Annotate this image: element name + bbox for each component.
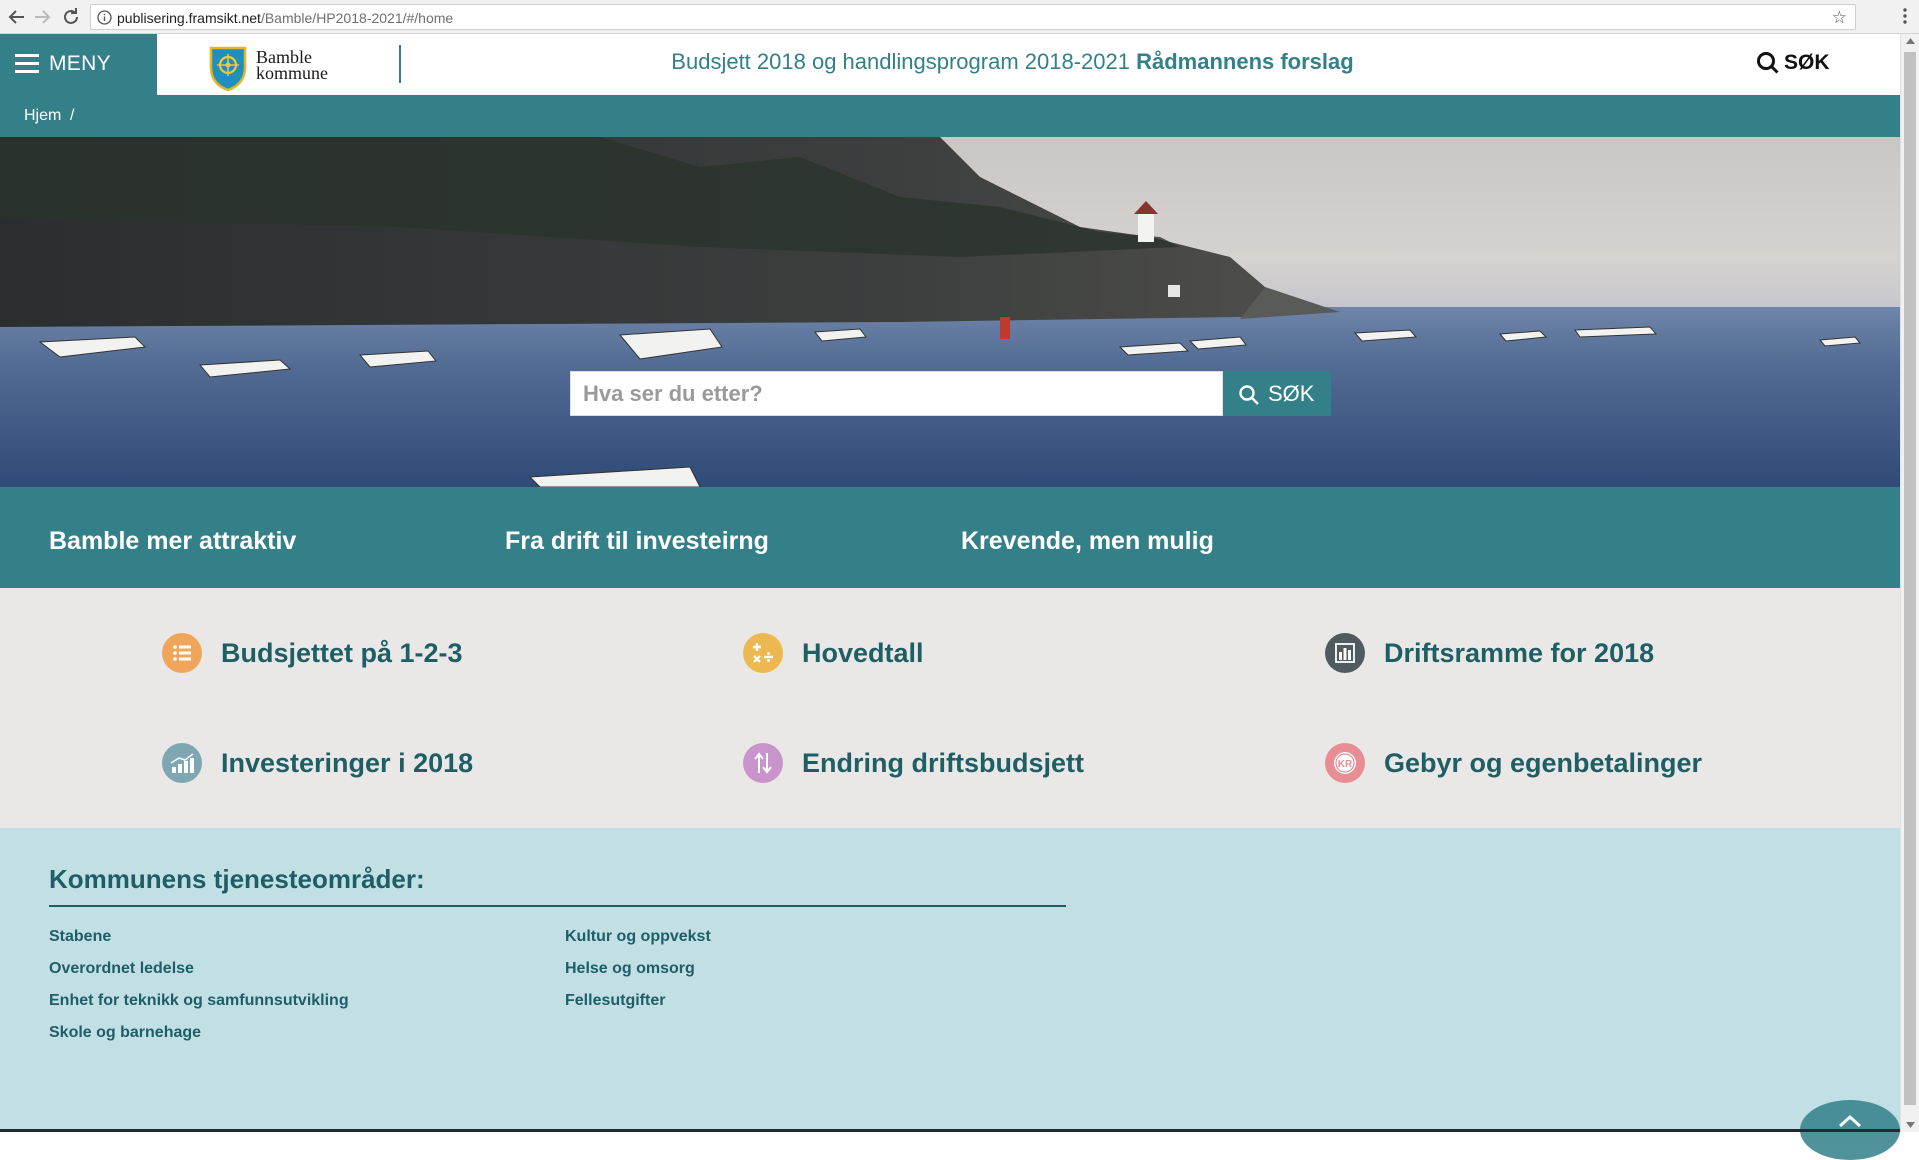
- browser-toolbar: publisering.framsikt.net/Bamble/HP2018-2…: [0, 0, 1919, 34]
- service-link-overordnet-ledelse[interactable]: Overordnet ledelse: [49, 960, 194, 978]
- service-link-skole-barnehage[interactable]: Skole og barnehage: [49, 1024, 201, 1042]
- page-title-regular: Budsjett 2018 og handlingsprogram 2018-2…: [671, 49, 1130, 74]
- page-title: Budsjett 2018 og handlingsprogram 2018-2…: [420, 49, 1605, 75]
- growth-chart-icon: [162, 743, 202, 783]
- url-path: /Bamble/HP2018-2021/#/home: [260, 10, 454, 26]
- breadcrumb: Hjem /: [0, 95, 1900, 137]
- page-title-strong: Rådmannens forslag: [1136, 49, 1354, 74]
- url-host: publisering.framsikt.net: [117, 10, 261, 26]
- services-section: Kommunens tjenesteområder: Stabene Overo…: [0, 828, 1900, 1132]
- service-link-teknikk[interactable]: Enhet for teknikk og samfunnsutvikling: [49, 992, 349, 1010]
- chevron-up-icon: [1838, 1114, 1862, 1128]
- search-icon: [1757, 52, 1779, 74]
- logo-text-line2: kommune: [256, 63, 328, 83]
- bar-chart-icon: [1325, 633, 1365, 673]
- quick-link-label: Driftsramme for 2018: [1384, 638, 1655, 668]
- service-link-helse-omsorg[interactable]: Helse og omsorg: [565, 960, 695, 978]
- quick-link-label: Budsjettet på 1-2-3: [221, 638, 463, 668]
- service-link-stabene[interactable]: Stabene: [49, 928, 111, 946]
- scrollbar-thumb[interactable]: [1904, 52, 1916, 1105]
- quick-links-section: Budsjettet på 1-2-3 Hovedtall Driftsramm…: [0, 588, 1900, 828]
- breadcrumb-home-link[interactable]: Hjem: [24, 107, 61, 125]
- bamble-logo[interactable]: Bamble kommune: [209, 46, 349, 92]
- quick-link-label: Gebyr og egenbetalinger: [1384, 748, 1703, 778]
- list-icon: [162, 633, 202, 673]
- calculator-icon: [743, 633, 783, 673]
- url-text: publisering.framsikt.net/Bamble/HP2018-2…: [117, 10, 453, 26]
- change-arrows-icon: [743, 743, 783, 783]
- services-divider: [49, 905, 1066, 907]
- address-bar[interactable]: publisering.framsikt.net/Bamble/HP2018-2…: [90, 4, 1856, 30]
- vertical-scrollbar[interactable]: [1900, 34, 1919, 1132]
- browser-menu-icon[interactable]: [1903, 6, 1907, 31]
- hamburger-icon: [15, 54, 39, 73]
- headline-band: Bamble mer attraktiv Fra drift til inves…: [0, 487, 1900, 588]
- info-icon[interactable]: [97, 10, 112, 30]
- hero-search-button-label: SØK: [1268, 381, 1315, 406]
- search-icon: [1239, 385, 1259, 405]
- quick-link-label: Investeringer i 2018: [221, 748, 474, 778]
- headline-link-1[interactable]: Bamble mer attraktiv: [49, 527, 296, 556]
- quick-link-label: Hovedtall: [802, 638, 924, 668]
- svg-text:KR: KR: [1338, 759, 1353, 770]
- service-link-fellesutgifter[interactable]: Fellesutgifter: [565, 992, 665, 1010]
- site-header: MENY Bamble kommune Budsjett 2018 og han…: [0, 34, 1900, 95]
- services-title: Kommunens tjenesteområder:: [49, 864, 425, 894]
- quick-link-label: Endring driftsbudsjett: [802, 748, 1084, 778]
- scroll-up-arrow-icon[interactable]: [1906, 38, 1915, 44]
- breadcrumb-separator: /: [70, 107, 75, 124]
- back-arrow-icon[interactable]: [6, 6, 28, 28]
- headline-link-3[interactable]: Krevende, men mulig: [961, 527, 1214, 556]
- forward-arrow-icon[interactable]: [31, 6, 53, 28]
- kr-coin-icon: KR: [1325, 743, 1365, 783]
- hero-search-input[interactable]: [570, 371, 1223, 416]
- coat-of-arms-icon: [209, 46, 247, 92]
- headline-link-2[interactable]: Fra drift til investeirng: [505, 527, 769, 556]
- scroll-down-arrow-icon[interactable]: [1906, 1122, 1915, 1128]
- header-search-label: SØK: [1784, 51, 1830, 74]
- bookmark-star-icon[interactable]: ☆: [1832, 8, 1847, 28]
- hero-search-button[interactable]: SØK: [1223, 371, 1331, 416]
- menu-label: MENY: [49, 52, 111, 75]
- hero-seascape-image: [0, 137, 1900, 487]
- menu-button[interactable]: MENY: [0, 34, 157, 95]
- service-link-kultur-oppvekst[interactable]: Kultur og oppvekst: [565, 928, 711, 946]
- hero-banner: SØK: [0, 137, 1900, 487]
- header-divider: [399, 45, 401, 83]
- reload-icon[interactable]: [60, 6, 82, 28]
